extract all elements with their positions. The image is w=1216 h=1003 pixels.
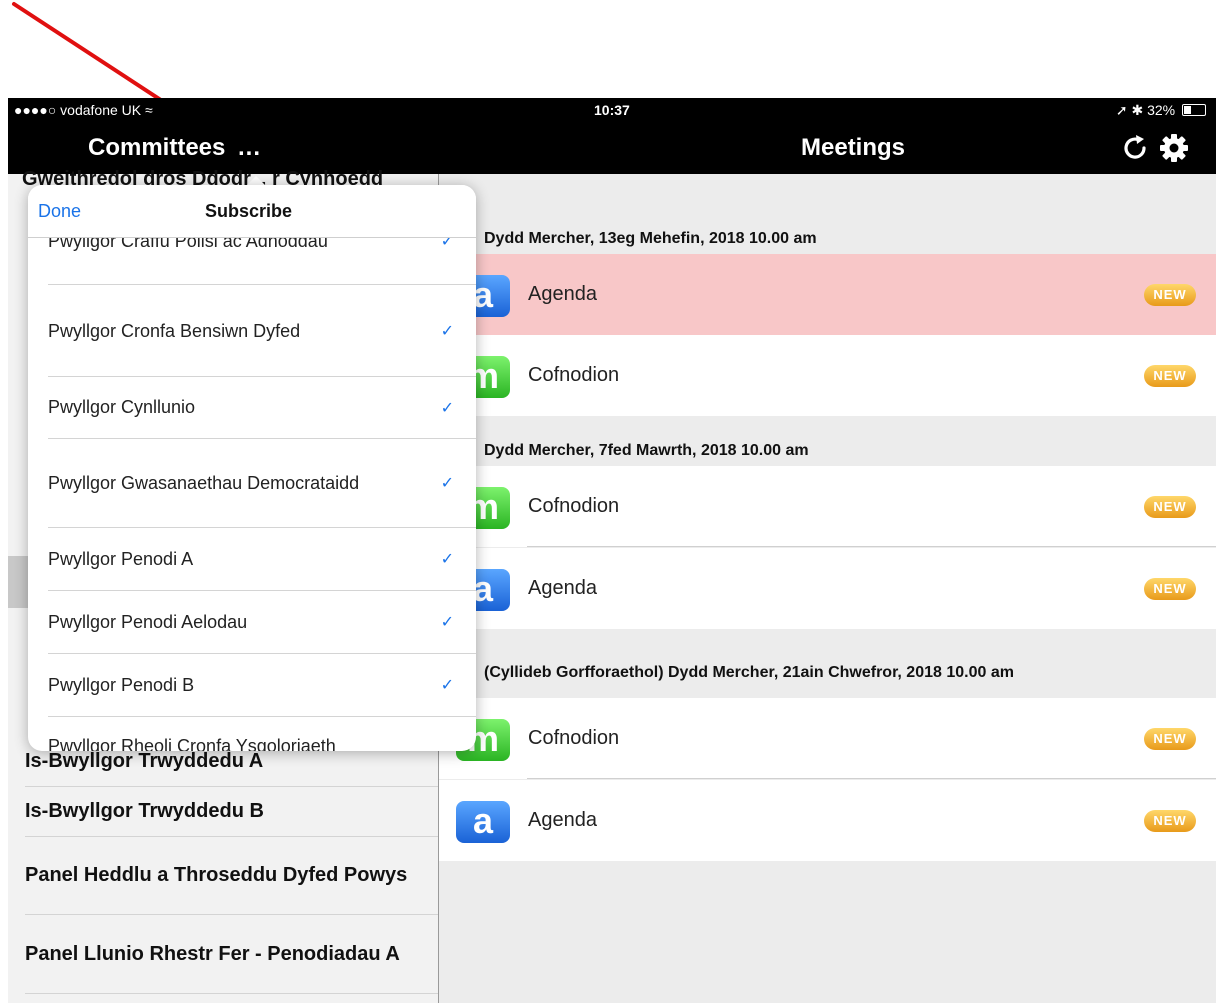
new-badge: NEW [1144, 728, 1196, 750]
subscribe-item-label: Pwyllgor Penodi Aelodau [48, 611, 248, 632]
meetings-list: Dydd Mercher, 13eg Mehefin, 2018 10.00 a… [439, 174, 1216, 1003]
subscribe-item-label: Pwyllgor Cynllunio [48, 397, 196, 417]
section-heading: Dydd Mercher, 13eg Mehefin, 2018 10.00 a… [484, 230, 817, 247]
status-right: ➚ ✱ 32% [1116, 102, 1206, 119]
meeting-doc-row[interactable]: m Cofnodion NEW [439, 698, 1216, 779]
subscribe-item-label: Pwyllgor Rheoli Cronfa Ysgoloriaeth [48, 736, 336, 751]
battery-icon [1182, 104, 1206, 116]
subscribe-item[interactable]: Pwyllgor Rheoli Cronfa Ysgoloriaeth [48, 717, 476, 751]
subscribe-item-label: Pwyllgor Penodi B [48, 674, 195, 695]
row-divider [527, 778, 1216, 779]
subscribe-item-label: Pwyllgor Gwasanaethau Democrataidd [48, 472, 360, 493]
subscribe-item[interactable]: Pwyllgor Penodi A ✓ [48, 528, 476, 591]
checkmark-icon: ✓ [440, 614, 454, 631]
carrier-label: ●●●●○ vodafone UK ≈ [14, 102, 153, 118]
doc-label: Cofnodion [528, 364, 620, 386]
gear-icon[interactable] [1158, 132, 1190, 164]
checkmark-icon: ✓ [440, 399, 454, 417]
meeting-doc-row[interactable]: m Cofnodion NEW [439, 466, 1216, 547]
new-badge: NEW [1144, 810, 1196, 832]
section-heading: (Cyllideb Gorfforaethol) Dydd Mercher, 2… [484, 664, 1014, 681]
done-button[interactable]: Done [38, 201, 81, 222]
list-item[interactable]: Panel Llunio Rhestr Fer - Penodiadau A [25, 915, 438, 994]
list-item[interactable]: Is-Bwyllgor Trwyddedu B [25, 786, 438, 837]
meeting-doc-row[interactable]: m Cofnodion NEW [439, 335, 1216, 416]
new-badge: NEW [1144, 578, 1196, 600]
checkmark-icon: ✓ [440, 551, 454, 568]
popover-header: Done Subscribe [28, 185, 476, 238]
location-icon: ➚ [1115, 102, 1128, 118]
subscribe-item[interactable]: Pwyllgor Penodi Aelodau ✓ [48, 591, 476, 654]
status-bar: ●●●●○ vodafone UK ≈ 10:37 ➚ ✱ 32% [8, 98, 1216, 122]
meeting-doc-row[interactable]: a Agenda NEW [439, 780, 1216, 861]
wifi-icon: ≈ [145, 102, 153, 118]
checkmark-icon: ✓ [440, 677, 454, 694]
selected-row-indicator [8, 556, 28, 608]
subscribe-item-label: Pwyllgor Cronfa Bensiwn Dyfed [48, 320, 301, 341]
bluetooth-icon: ✱ [1131, 102, 1144, 118]
meetings-title: Meetings [801, 134, 906, 161]
new-badge: NEW [1144, 365, 1196, 387]
clock: 10:37 [594, 102, 630, 118]
nav-bar: Committees ... Meetings [8, 122, 1216, 174]
subscribe-popover: Done Subscribe Pwyllgor Craffu Polisi ac… [28, 185, 476, 751]
list-item[interactable]: Panel Heddlu a Throseddu Dyfed Powys [25, 836, 438, 915]
popover-title: Subscribe [205, 201, 293, 221]
subscribe-item[interactable]: Pwyllgor Cynllunio ✓ [48, 377, 476, 439]
agenda-doc-icon: a [456, 801, 510, 843]
subscribe-item-label: Pwyllgor Penodi A [48, 548, 194, 569]
new-badge: NEW [1144, 284, 1196, 306]
doc-label: Cofnodion [528, 727, 620, 749]
subscribe-item[interactable]: Pwyllgor Cronfa Bensiwn Dyfed ✓ [48, 286, 476, 377]
subscribe-item[interactable]: Pwyllgor Penodi B ✓ [48, 654, 476, 717]
doc-label: Agenda [528, 577, 597, 599]
row-divider [527, 546, 1216, 547]
refresh-icon[interactable] [1120, 132, 1152, 164]
new-badge: NEW [1144, 496, 1196, 518]
more-button[interactable]: ... [238, 134, 261, 162]
doc-label: Agenda [528, 283, 597, 305]
meeting-doc-row[interactable]: a Agenda NEW [439, 548, 1216, 629]
section-heading: Dydd Mercher, 7fed Mawrth, 2018 10.00 am [484, 442, 809, 459]
meeting-doc-row[interactable]: a Agenda NEW [439, 254, 1216, 335]
committees-title: Committees [88, 134, 226, 161]
checkmark-icon: ✓ [440, 323, 454, 340]
checkmark-icon: ✓ [440, 475, 454, 492]
subscribe-item[interactable]: Pwyllgor Gwasanaethau Democrataidd ✓ [48, 439, 476, 528]
battery-percent: 32% [1147, 102, 1176, 118]
doc-label: Cofnodion [528, 495, 620, 517]
doc-label: Agenda [528, 809, 597, 831]
